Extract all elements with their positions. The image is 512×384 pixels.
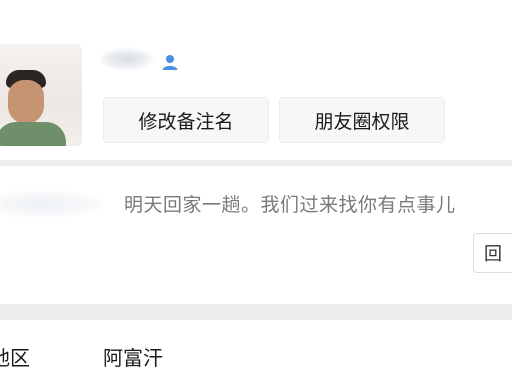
profile-card: 修改备注名 朋友圈权限	[0, 0, 512, 160]
message-card: 明天回家一趟。我们过来找你有点事儿 回	[0, 166, 512, 304]
avatar-shirt	[0, 122, 66, 146]
avatar[interactable]	[0, 44, 82, 146]
moments-permission-button[interactable]: 朋友圈权限	[279, 97, 445, 143]
avatar-face	[8, 80, 44, 124]
reply-button-label: 回	[484, 244, 502, 265]
edit-remark-label: 修改备注名	[138, 110, 234, 133]
sender-name-redacted	[0, 191, 104, 217]
moments-permission-label: 朋友圈权限	[314, 110, 410, 133]
edit-remark-button[interactable]: 修改备注名	[103, 97, 269, 143]
friend-request-message: 明天回家一趟。我们过来找你有点事儿	[124, 194, 456, 216]
person-icon	[160, 52, 180, 72]
region-row: 地区 阿富汗	[0, 320, 512, 384]
region-value: 阿富汗	[103, 346, 163, 370]
nickname-redacted	[100, 48, 154, 70]
reply-button[interactable]: 回	[473, 233, 512, 273]
region-label: 地区	[0, 346, 30, 370]
